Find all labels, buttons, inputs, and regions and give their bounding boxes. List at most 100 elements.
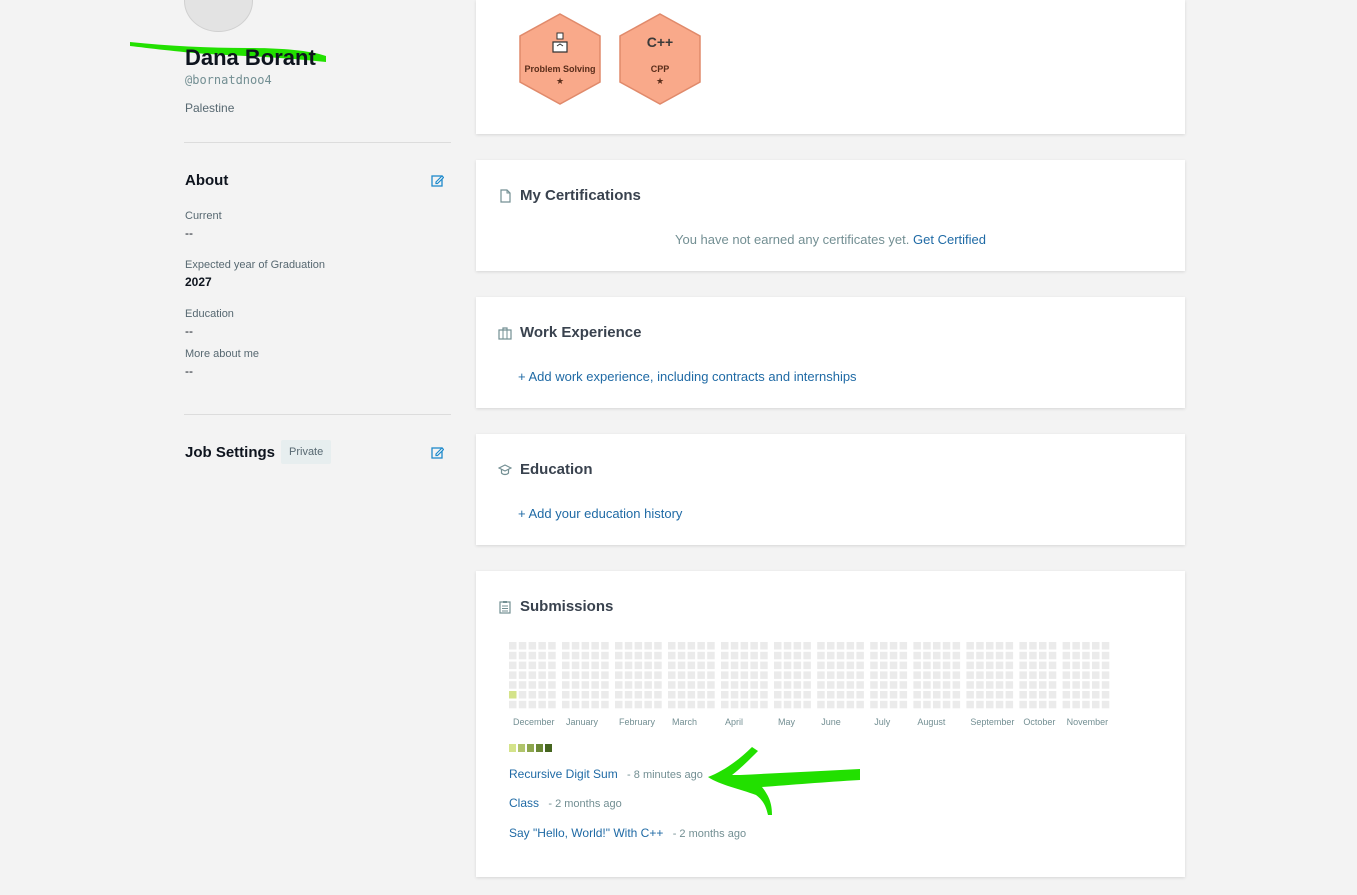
heatmap-cell xyxy=(760,651,768,660)
heatmap-cell xyxy=(634,681,643,689)
heatmap-cell xyxy=(591,691,599,699)
month-label: August xyxy=(917,717,946,727)
field-label-education: Education xyxy=(185,308,234,320)
heatmap-cell xyxy=(509,661,517,670)
heatmap-cell xyxy=(644,691,652,699)
heatmap-cell xyxy=(581,661,590,670)
heatmap-cell xyxy=(1029,691,1037,699)
heatmap-cell xyxy=(856,700,864,709)
heatmap-cell xyxy=(899,700,908,709)
heatmap-cell xyxy=(803,700,811,709)
heatmap-cell xyxy=(1029,681,1037,689)
heatmap-cell xyxy=(995,671,1004,679)
heatmap-cell xyxy=(548,700,556,709)
heatmap-cell xyxy=(538,642,546,650)
heatmap-cell xyxy=(803,681,811,689)
private-badge: Private xyxy=(281,440,332,464)
badges-card: Problem Solving ★ C++ CPP ★ xyxy=(476,0,1185,134)
heatmap-cell xyxy=(986,661,994,670)
month-label: September xyxy=(970,717,1015,727)
heatmap-cell xyxy=(644,642,652,650)
heatmap-cell xyxy=(538,661,546,670)
heatmap-cell xyxy=(817,651,825,660)
heatmap-cell xyxy=(803,651,811,660)
heatmap-cell xyxy=(615,681,623,689)
heatmap-cell xyxy=(913,691,921,699)
heatmap-cell xyxy=(740,651,749,660)
heatmap-cell xyxy=(817,681,825,689)
heatmap-cell xyxy=(750,700,758,709)
heatmap-cell xyxy=(615,661,623,670)
heatmap-cell xyxy=(1005,671,1014,679)
heatmap-legend xyxy=(509,739,554,757)
get-certified-link[interactable]: Get Certified xyxy=(913,232,986,247)
heatmap-cell xyxy=(509,700,517,709)
submission-time: - 2 months ago xyxy=(548,798,622,810)
submission-item: Recursive Digit Sum - 8 minutes ago xyxy=(509,767,703,781)
field-label-more-about: More about me xyxy=(185,348,259,360)
heatmap-cell xyxy=(870,651,878,660)
heatmap-cell xyxy=(538,651,546,660)
heatmap-cell xyxy=(783,642,792,650)
arrow-annotation-scribble xyxy=(708,747,860,815)
add-work-experience-link[interactable]: + Add work experience, including contrac… xyxy=(518,369,857,384)
heatmap-cell xyxy=(986,642,994,650)
month-label: December xyxy=(513,717,555,727)
heatmap-cell xyxy=(1005,700,1014,709)
submissions-title: Submissions xyxy=(520,598,614,615)
heatmap-cell xyxy=(677,642,686,650)
heatmap-cell xyxy=(518,691,527,699)
heatmap-cell xyxy=(817,661,825,670)
heatmap-cell xyxy=(697,651,705,660)
heatmap-cell xyxy=(518,642,527,650)
certifications-title: My Certifications xyxy=(520,187,641,204)
heatmap-cell xyxy=(538,691,546,699)
submission-title-link[interactable]: Recursive Digit Sum xyxy=(509,767,618,781)
heatmap-cell xyxy=(1005,691,1014,699)
heatmap-cell xyxy=(933,700,941,709)
submission-time: - 8 minutes ago xyxy=(627,769,703,781)
heatmap-cell xyxy=(518,700,527,709)
badge-problem-solving[interactable]: Problem Solving ★ xyxy=(517,12,603,106)
month-label: November xyxy=(1066,717,1109,727)
badge-stars: ★ xyxy=(655,76,665,86)
submission-title-link[interactable]: Say "Hello, World!" With C++ xyxy=(509,826,663,840)
edit-about-icon[interactable] xyxy=(431,174,444,187)
heatmap-cell xyxy=(601,691,609,699)
submission-title-link[interactable]: Class xyxy=(509,796,539,810)
heatmap-cell xyxy=(986,651,994,660)
heatmap-cell xyxy=(933,691,941,699)
add-education-link[interactable]: + Add your education history xyxy=(518,506,682,521)
heatmap-cell xyxy=(880,661,888,670)
heatmap-cell xyxy=(827,661,835,670)
heatmap-cell xyxy=(601,651,609,660)
edit-job-settings-icon[interactable] xyxy=(431,446,444,459)
heatmap-cell xyxy=(654,651,662,660)
heatmap-cell xyxy=(730,681,739,689)
heatmap-cell xyxy=(538,700,546,709)
heatmap-cell xyxy=(509,691,517,699)
heatmap-cell xyxy=(933,681,941,689)
work-experience-card: Work Experience + Add work experience, i… xyxy=(476,297,1185,408)
heatmap-cell xyxy=(942,651,951,660)
heatmap-cell xyxy=(774,661,782,670)
heatmap-cell xyxy=(899,681,908,689)
heatmap-cell xyxy=(793,651,802,660)
certifications-message-row: You have not earned any certificates yet… xyxy=(476,232,1185,247)
heatmap-cell xyxy=(986,691,994,699)
heatmap-cell xyxy=(760,671,768,679)
badge-cpp[interactable]: C++ CPP ★ xyxy=(617,12,703,106)
heatmap-cell xyxy=(1101,700,1110,709)
heatmap-cell xyxy=(966,691,974,699)
heatmap-cell xyxy=(1092,642,1100,650)
heatmap-cell xyxy=(1019,661,1027,670)
heatmap-cell xyxy=(889,661,898,670)
heatmap-cell xyxy=(846,642,855,650)
heatmap-cell xyxy=(803,642,811,650)
heatmap-cell xyxy=(1062,661,1071,670)
heatmap-cell xyxy=(1019,691,1027,699)
heatmap-cell xyxy=(1039,642,1047,650)
heatmap-cell xyxy=(889,681,898,689)
heatmap-cell xyxy=(538,671,546,679)
heatmap-cell xyxy=(721,691,729,699)
